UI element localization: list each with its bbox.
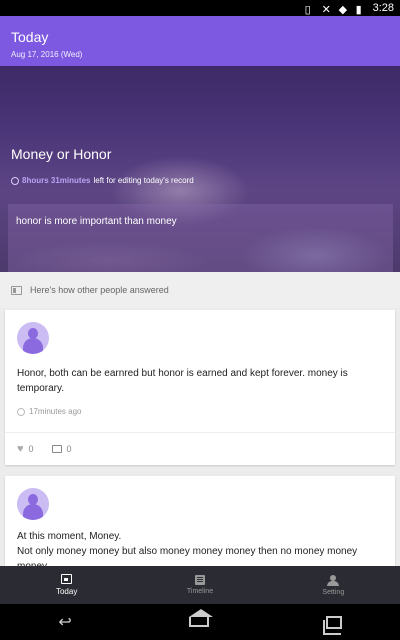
- recent-apps-icon[interactable]: [322, 615, 342, 635]
- vibrate-icon: ✕: [321, 4, 331, 16]
- home-icon[interactable]: [188, 609, 213, 627]
- timeline-icon: [194, 575, 205, 585]
- bottom-navigation: Today Timeline Setting: [0, 566, 400, 604]
- wifi-icon: ◆: [338, 4, 348, 16]
- system-navigation-bar: ↩: [0, 604, 400, 640]
- answer-line: Not only money money but also money mone…: [17, 546, 358, 568]
- nav-timeline[interactable]: Timeline: [133, 566, 266, 604]
- my-record-text: honor is more important than money: [16, 216, 177, 227]
- comment-button[interactable]: 0: [51, 444, 72, 454]
- comment-icon: [51, 445, 62, 453]
- status-bar: ▯ ✕ ◆ ▮ 3:28: [0, 0, 400, 16]
- answer-card[interactable]: At this moment, Money. Not only money mo…: [5, 476, 395, 568]
- nav-setting[interactable]: Setting: [267, 566, 400, 604]
- my-record-card[interactable]: honor is more important than money #1 re…: [8, 204, 393, 272]
- edit-time-remaining: 8hours 31minutes left for editing today'…: [11, 176, 194, 185]
- others-section-label: Here's how other people answered: [30, 285, 169, 295]
- battery-icon: ▮: [355, 4, 362, 16]
- app-bar: Today Aug 17, 2016 (Wed): [0, 16, 400, 66]
- nav-today-label: Today: [55, 587, 78, 596]
- question-title: Money or Honor: [11, 146, 112, 162]
- avatar: [17, 488, 49, 520]
- answer-actions: ♥ 0 0: [5, 432, 395, 465]
- back-icon[interactable]: ↩: [58, 612, 71, 632]
- calendar-icon: [61, 574, 73, 584]
- comment-count: 0: [66, 444, 72, 454]
- clock-text: 3:28: [372, 2, 394, 14]
- app-bar-title: Today: [11, 29, 49, 45]
- person-icon: [327, 574, 340, 586]
- others-section-header: Here's how other people answered: [0, 272, 400, 308]
- like-count: 0: [28, 444, 34, 454]
- nav-setting-label: Setting: [322, 588, 345, 596]
- nav-timeline-label: Timeline: [186, 588, 214, 595]
- time-left-label: left for editing today's record: [93, 176, 194, 185]
- answer-card[interactable]: Honor, both can be earnred but honor is …: [5, 310, 395, 465]
- answer-text: Honor, both can be earnred but honor is …: [17, 368, 348, 394]
- today-question-banner: Money or Honor 8hours 31minutes left for…: [0, 66, 400, 272]
- id-card-icon: [11, 285, 22, 295]
- nav-today[interactable]: Today: [0, 566, 133, 604]
- heart-icon: ♥: [17, 442, 24, 455]
- time-left-value: 8hours 31minutes: [22, 176, 91, 185]
- answer-time-text: 17minutes ago: [29, 407, 82, 416]
- battery-saver-icon: ▯: [304, 4, 311, 16]
- clock-icon: [11, 176, 19, 185]
- answer-timestamp: 17minutes ago: [17, 407, 81, 416]
- app-bar-date: Aug 17, 2016 (Wed): [11, 50, 83, 59]
- avatar: [17, 322, 49, 354]
- answer-text: At this moment, Money. Not only money mo…: [17, 529, 377, 568]
- answer-line: At this moment, Money.: [17, 531, 122, 542]
- clock-icon: [17, 407, 25, 416]
- like-button[interactable]: ♥ 0: [17, 442, 34, 455]
